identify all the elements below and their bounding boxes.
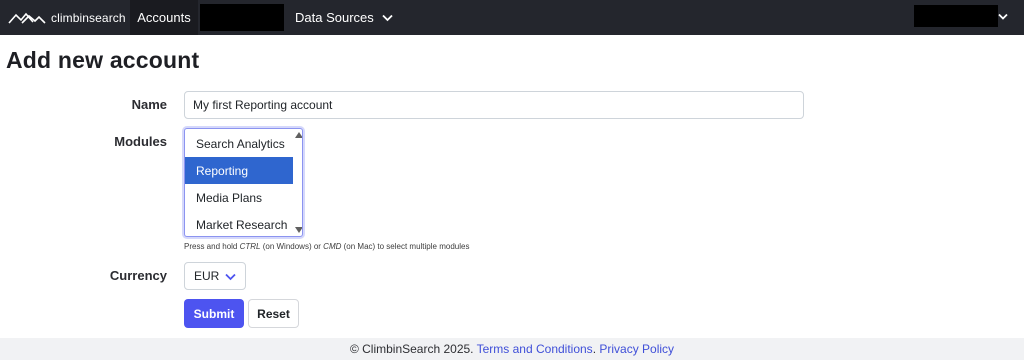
help-text-part: (on Mac) to select multiple modules [341,242,470,251]
brand-name: climbinsearch [51,10,126,25]
chevron-down-icon [998,13,1008,20]
nav-data-sources-dropdown[interactable]: Data Sources [295,0,393,35]
nav-data-sources-label: Data Sources [295,10,374,25]
modules-label: Modules [114,134,167,149]
terms-link[interactable]: Terms and Conditions [477,342,593,356]
submit-button[interactable]: Submit [184,299,244,328]
redacted-username [914,5,998,27]
redacted-nav-item[interactable] [200,4,284,31]
scroll-up-arrow-icon[interactable] [295,132,302,138]
chevron-down-icon [382,14,393,21]
reset-button[interactable]: Reset [248,299,299,328]
mountain-logo-icon [8,12,46,24]
module-option-market-research[interactable]: Market Research [185,211,293,236]
module-option-media-plans[interactable]: Media Plans [185,184,293,211]
help-ctrl-key: CTRL [239,242,261,251]
module-option-search-analytics[interactable]: Search Analytics [185,130,293,157]
scroll-down-arrow-icon[interactable] [295,227,302,233]
name-input[interactable]: My first Reporting account [184,91,804,119]
help-text-part: Press and hold [184,242,240,251]
top-navbar: climbinsearch Accounts Data Sources [0,0,1024,35]
help-cmd-key: CMD [323,242,342,251]
name-label: Name [131,97,167,112]
privacy-link[interactable]: Privacy Policy [599,342,674,356]
footer: © ClimbinSearch 2025. Terms and Conditio… [0,338,1024,360]
footer-copyright: © ClimbinSearch 2025. [349,342,477,356]
brand-logo[interactable]: climbinsearch [8,0,126,35]
help-text-part: (on Windows) or [260,242,324,251]
modules-help-text: Press and hold CTRL (on Windows) or CMD … [184,242,469,251]
module-option-reporting[interactable]: Reporting [185,157,293,184]
currency-label: Currency [109,268,167,283]
currency-value: EUR [194,269,220,283]
chevron-down-icon [225,273,236,281]
name-input-value: My first Reporting account [193,98,333,112]
page-title: Add new account [6,47,200,73]
currency-select[interactable]: EUR [184,262,246,290]
nav-accounts[interactable]: Accounts [130,0,198,35]
modules-multiselect[interactable]: Search Analytics Reporting Media Plans M… [184,128,303,237]
